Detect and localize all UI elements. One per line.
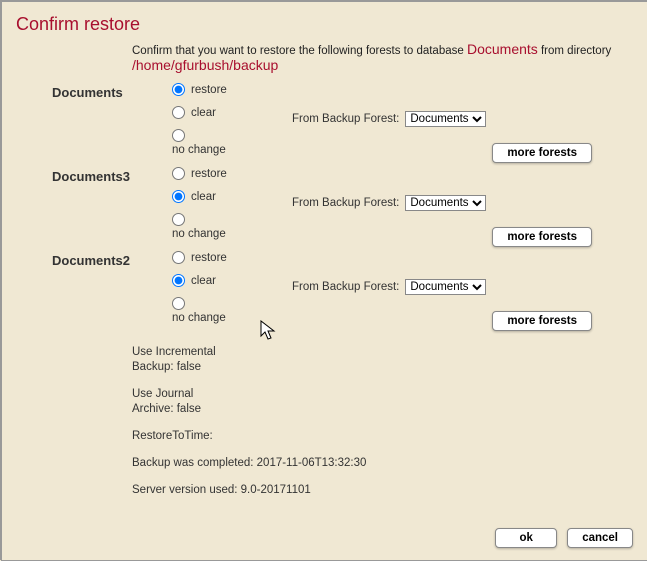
more-forests-button[interactable]: more forests [492, 311, 592, 331]
forest-name: Documents [52, 83, 172, 100]
server-version: Server version used: 9.0-20171101 [132, 483, 633, 498]
backup-forest-label: From Backup Forest: [292, 197, 399, 209]
journal-value: Archive: false [132, 403, 201, 415]
backup-completed: Backup was completed: 2017-11-06T13:32:3… [132, 456, 633, 471]
cancel-button[interactable]: cancel [567, 528, 633, 548]
forest-row: Documents2 restore clear no change From … [52, 251, 647, 331]
info-block: Use Incremental Backup: false Use Journa… [2, 335, 647, 498]
incremental-label: Use Incremental [132, 346, 216, 358]
radio-clear[interactable]: clear [172, 274, 292, 287]
forest-name: Documents3 [52, 167, 172, 184]
radio-clear[interactable]: clear [172, 190, 292, 203]
intro-prefix: Confirm that you want to restore the fol… [132, 45, 467, 57]
radio-restore-input[interactable] [172, 251, 185, 264]
radio-nochange[interactable]: no change [172, 297, 292, 324]
forest-name: Documents2 [52, 251, 172, 268]
radio-clear-label: clear [191, 107, 216, 119]
radio-restore-label: restore [191, 168, 227, 180]
radio-nochange-input[interactable] [172, 213, 185, 226]
radio-nochange-label: no change [172, 312, 226, 324]
radio-clear-input[interactable] [172, 190, 185, 203]
backup-forest-label: From Backup Forest: [292, 281, 399, 293]
more-forests-button[interactable]: more forests [492, 227, 592, 247]
radio-restore-label: restore [191, 252, 227, 264]
radio-clear-input[interactable] [172, 106, 185, 119]
backup-forest-label: From Backup Forest: [292, 113, 399, 125]
backup-forest-select[interactable]: Documents [405, 195, 486, 211]
intro-database: Documents [467, 41, 538, 57]
radio-nochange-input[interactable] [172, 297, 185, 310]
radio-nochange[interactable]: no change [172, 213, 292, 240]
ok-button[interactable]: ok [495, 528, 557, 548]
page-title: Confirm restore [2, 2, 647, 41]
radio-clear-input[interactable] [172, 274, 185, 287]
radio-restore[interactable]: restore [172, 251, 292, 264]
intro-directory: /home/gfurbush/backup [132, 57, 278, 73]
backup-forest-select[interactable]: Documents [405, 279, 486, 295]
more-forests-button[interactable]: more forests [492, 143, 592, 163]
restore-to-time: RestoreToTime: [132, 429, 633, 444]
radio-nochange-input[interactable] [172, 129, 185, 142]
radio-restore-input[interactable] [172, 83, 185, 96]
forest-row: Documents restore clear no change From B… [52, 83, 647, 163]
radio-nochange-label: no change [172, 144, 226, 156]
radio-restore-label: restore [191, 84, 227, 96]
incremental-value: Backup: false [132, 361, 201, 373]
radio-nochange[interactable]: no change [172, 129, 292, 156]
journal-label: Use Journal [132, 388, 193, 400]
intro-text: Confirm that you want to restore the fol… [2, 41, 647, 83]
radio-clear[interactable]: clear [172, 106, 292, 119]
radio-nochange-label: no change [172, 228, 226, 240]
forest-row: Documents3 restore clear no change From … [52, 167, 647, 247]
radio-restore[interactable]: restore [172, 83, 292, 96]
radio-restore-input[interactable] [172, 167, 185, 180]
radio-clear-label: clear [191, 191, 216, 203]
backup-forest-select[interactable]: Documents [405, 111, 486, 127]
radio-clear-label: clear [191, 275, 216, 287]
intro-middle: from directory [538, 45, 612, 57]
radio-restore[interactable]: restore [172, 167, 292, 180]
